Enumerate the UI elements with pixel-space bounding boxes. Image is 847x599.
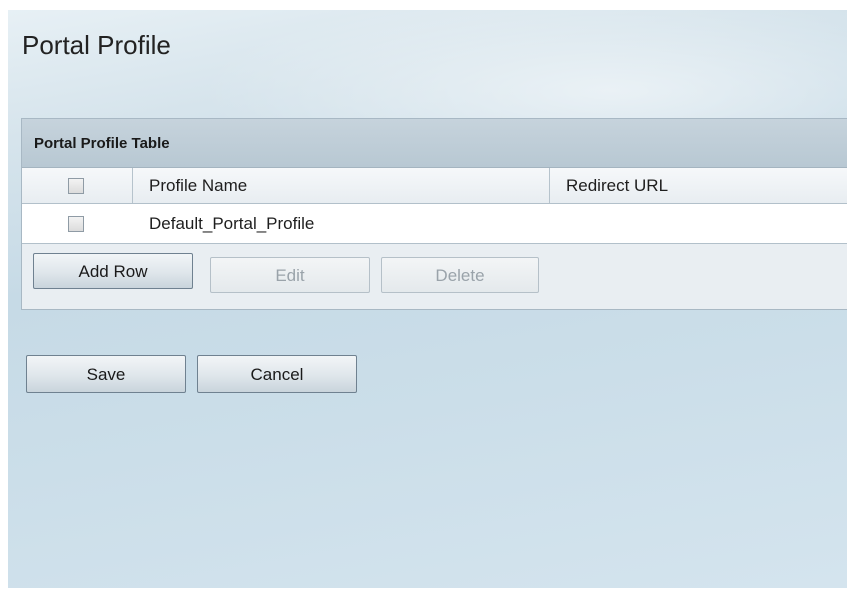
- select-all-cell: [22, 168, 133, 203]
- row-profile-name: Default_Portal_Profile: [149, 214, 315, 233]
- delete-button[interactable]: Delete: [381, 257, 539, 293]
- cancel-button[interactable]: Cancel: [197, 355, 357, 393]
- table-row[interactable]: Default_Portal_Profile: [22, 204, 847, 244]
- row-select-cell: [22, 204, 133, 243]
- save-button[interactable]: Save: [26, 355, 186, 393]
- column-header-profile-name[interactable]: Profile Name: [133, 168, 550, 203]
- select-all-checkbox[interactable]: [68, 178, 84, 194]
- edit-button[interactable]: Edit: [210, 257, 370, 293]
- row-redirect-url: [550, 204, 847, 243]
- bottom-strip: [8, 588, 847, 599]
- add-row-button[interactable]: Add Row: [33, 253, 193, 289]
- column-header-redirect-url[interactable]: Redirect URL: [550, 168, 847, 203]
- row-checkbox[interactable]: [68, 216, 84, 232]
- page-title: Portal Profile: [22, 30, 171, 60]
- table-header-bar: Portal Profile Table: [22, 119, 847, 168]
- portal-profile-table-panel: Portal Profile Table Profile Name Redire…: [21, 118, 847, 310]
- table-title: Portal Profile Table: [34, 135, 170, 152]
- table-column-header-row: Profile Name Redirect URL: [22, 168, 847, 204]
- table-actions-bar: Add Row Edit Delete: [22, 244, 847, 310]
